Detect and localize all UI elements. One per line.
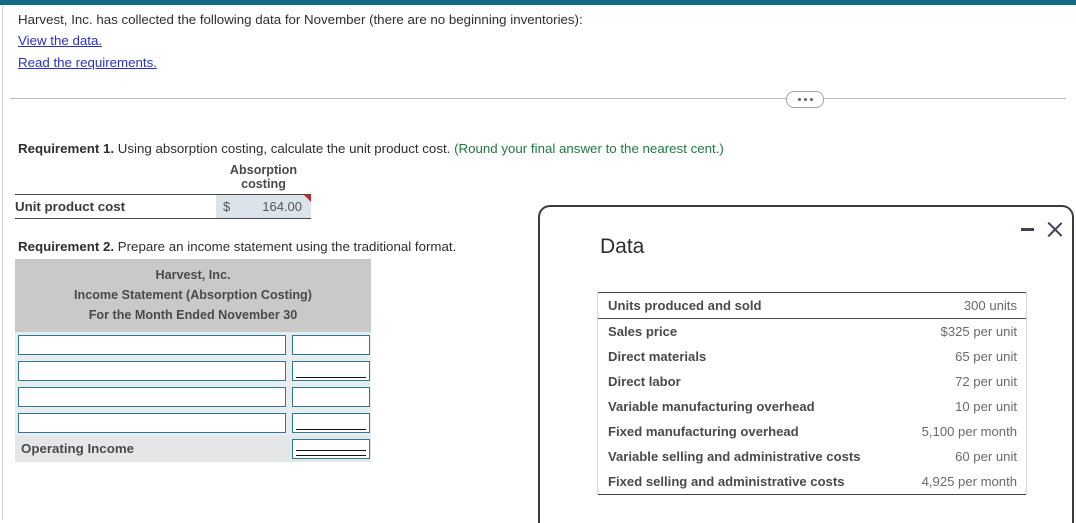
data-table-row: Variable manufacturing overhead 10 per un… [598, 394, 1026, 419]
statement-row [15, 410, 371, 436]
data-table-row: Fixed manufacturing overhead 5,100 per mo… [598, 419, 1026, 444]
data-row-value: 10 per unit [955, 399, 1017, 414]
requirement-2-heading: Requirement 2. Prepare an income stateme… [18, 238, 456, 255]
statement-row [15, 384, 371, 410]
data-row-label: Fixed manufacturing overhead [608, 424, 799, 439]
statement-company-name: Harvest, Inc. [155, 268, 231, 282]
operating-income-label: Operating Income [21, 441, 135, 456]
minimize-icon[interactable] [1021, 223, 1034, 236]
data-row-value: 5,100 per month [921, 424, 1017, 439]
data-row-label: Sales price [608, 324, 678, 339]
statement-value-input[interactable] [292, 335, 370, 355]
dot [809, 98, 813, 101]
data-panel-title: Data [600, 235, 645, 258]
column-header-line-2: costing [241, 177, 286, 191]
data-row-label: Direct materials [608, 349, 707, 364]
table-bottom-rule [15, 218, 311, 219]
problem-prompt: Harvest, Inc. has collected the followin… [18, 12, 583, 27]
statement-value-input[interactable] [292, 361, 370, 381]
question-area: Harvest, Inc. has collected the followin… [18, 11, 1058, 72]
income-statement-header: Harvest, Inc. Income Statement (Absorpti… [15, 259, 371, 332]
requirement-2-number: Requirement 2. [18, 239, 115, 254]
close-icon[interactable] [1046, 221, 1063, 238]
income-statement-table: Harvest, Inc. Income Statement (Absorpti… [15, 259, 371, 462]
statement-value-input[interactable] [292, 413, 370, 433]
data-table: Units produced and sold 300 units Sales pr… [597, 292, 1027, 495]
statement-title: Income Statement (Absorption Costing) [74, 288, 312, 302]
data-row-value: 60 per unit [955, 449, 1017, 464]
top-accent-bar [0, 0, 1076, 5]
requirement-1-hint: (Round your final answer to the nearest … [454, 141, 724, 156]
requirement-1-text: Using absorption costing, calculate the … [114, 141, 455, 156]
data-table-row: Sales price $325 per unit [598, 319, 1026, 344]
data-table-row: Fixed selling and administrative costs 4,… [598, 469, 1026, 494]
operating-income-row: Operating Income [15, 436, 371, 462]
statement-row [15, 332, 371, 358]
splitter-ellipsis-icon[interactable] [786, 91, 824, 108]
data-row-value: $325 per unit [940, 324, 1017, 339]
data-table-row: Variable selling and administrative cost… [598, 444, 1026, 469]
table-row: Unit product cost $ 164.00 [15, 195, 311, 218]
operating-income-value-input[interactable] [292, 439, 370, 459]
comment-flag-icon [304, 195, 311, 202]
dot [797, 98, 801, 101]
read-the-requirements-link[interactable]: Read the requirements. [18, 54, 157, 72]
statement-period: For the Month Ended November 30 [88, 308, 298, 322]
data-row-label: Variable manufacturing overhead [608, 399, 815, 414]
data-table-body: Units produced and sold 300 units Sales pr… [598, 292, 1026, 495]
data-popup-panel: Data Units produced and sold 300 units Sal… [538, 205, 1074, 523]
statement-label-input[interactable] [18, 413, 286, 433]
panel-splitter [10, 98, 1066, 99]
statement-row [15, 358, 371, 384]
requirement-1-number: Requirement 1. [18, 141, 115, 156]
statement-label-input[interactable] [18, 335, 286, 355]
data-table-row: Direct labor 72 per unit [598, 369, 1026, 394]
unit-product-cost-label: Unit product cost [15, 199, 126, 214]
left-edge-divider [2, 5, 3, 520]
statement-label-input[interactable] [18, 361, 286, 381]
requirement-1-heading: Requirement 1. Using absorption costing,… [18, 140, 724, 157]
data-row-value: 300 units [963, 298, 1017, 313]
unit-product-cost-table: Absorption costing Unit product cost $ 1… [15, 163, 311, 219]
data-row-label: Direct labor [608, 374, 681, 389]
requirement-2-text: Prepare an income statement using the tr… [114, 239, 457, 254]
statement-value-input[interactable] [292, 387, 370, 407]
data-row-label: Units produced and sold [608, 298, 762, 313]
data-row-value: 65 per unit [955, 349, 1017, 364]
column-header-line-1: Absorption [229, 163, 298, 177]
data-panel-window-controls [1021, 221, 1063, 238]
data-row-value: 72 per unit [955, 374, 1017, 389]
absorption-costing-column-header: Absorption costing [216, 163, 311, 194]
dot [803, 98, 807, 101]
unit-product-cost-answer-cell[interactable]: $ 164.00 [216, 195, 311, 218]
data-row-label: Variable selling and administrative cost… [608, 449, 861, 464]
data-table-row: Direct materials 65 per unit [598, 344, 1026, 369]
data-row-label: Fixed selling and administrative costs [608, 474, 845, 489]
currency-symbol: $ [223, 199, 231, 214]
data-table-row: Units produced and sold 300 units [598, 293, 1026, 319]
unit-product-cost-value: 164.00 [262, 199, 302, 214]
statement-label-input[interactable] [18, 387, 286, 407]
data-row-value: 4,925 per month [921, 474, 1017, 489]
view-the-data-link[interactable]: View the data. [18, 32, 102, 50]
